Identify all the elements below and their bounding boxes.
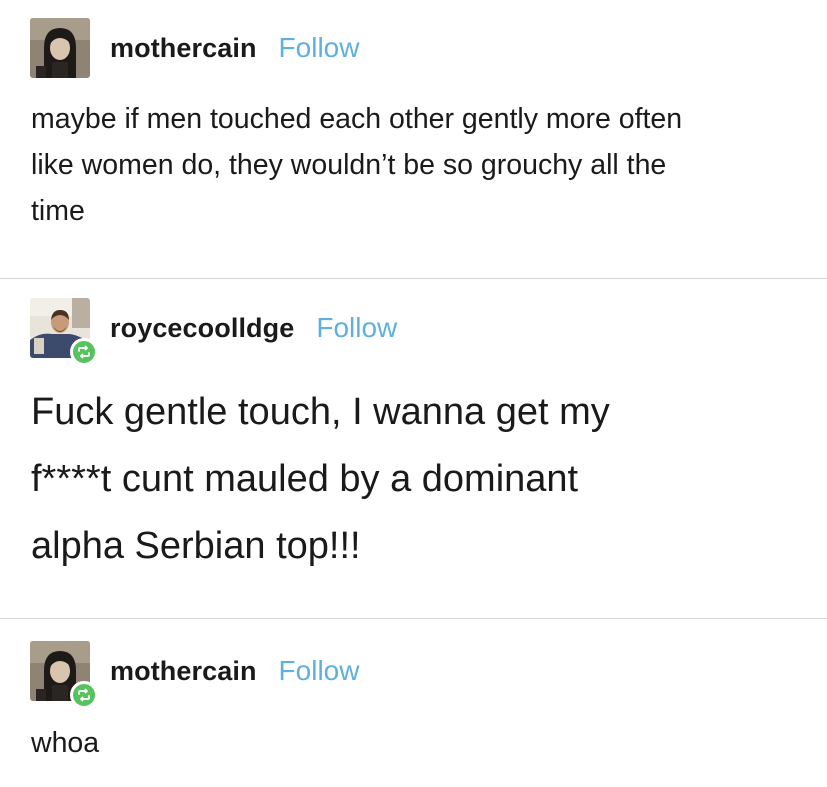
post-header: mothercain Follow <box>30 641 360 709</box>
post: roycecoolldge Follow Fuck gentle touch, … <box>0 279 827 618</box>
reblog-icon <box>78 345 90 359</box>
post: mothercain Follow whoa <box>0 619 827 787</box>
follow-button[interactable]: Follow <box>279 32 360 64</box>
avatar[interactable] <box>30 298 98 366</box>
reblog-icon <box>78 688 90 702</box>
follow-button[interactable]: Follow <box>316 312 397 344</box>
post: mothercain Follow maybe if men touched e… <box>0 0 827 278</box>
username[interactable]: roycecoolldge <box>110 313 294 344</box>
username[interactable]: mothercain <box>110 33 257 64</box>
reblog-badge <box>70 338 98 366</box>
user-avatar-icon <box>30 18 90 78</box>
post-header: roycecoolldge Follow <box>30 298 397 366</box>
avatar[interactable] <box>30 18 90 78</box>
avatar[interactable] <box>30 641 98 709</box>
post-header: mothercain Follow <box>30 18 359 78</box>
follow-button[interactable]: Follow <box>279 655 360 687</box>
post-text: Fuck gentle touch, I wanna get my f****t… <box>31 391 610 567</box>
post-text: maybe if men touched each other gently m… <box>31 103 683 227</box>
username[interactable]: mothercain <box>110 656 257 687</box>
post-text: whoa <box>31 727 100 759</box>
reblog-badge <box>70 681 98 709</box>
